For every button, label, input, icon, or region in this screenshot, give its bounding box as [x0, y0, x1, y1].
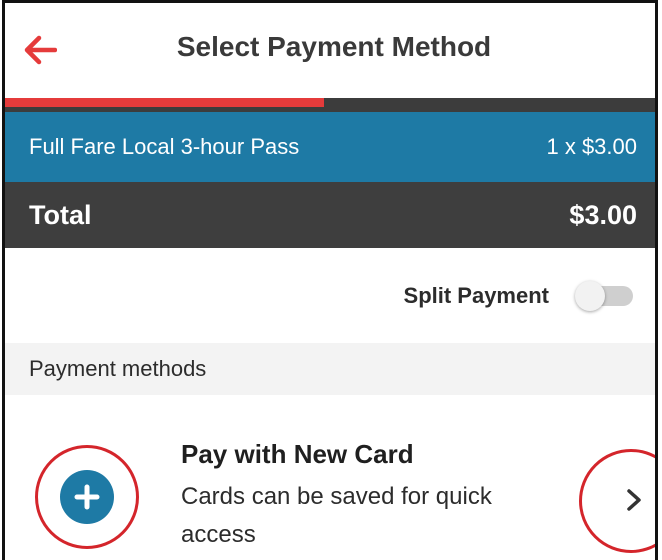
highlight-ring: [35, 445, 139, 549]
split-payment-row: Split Payment: [5, 248, 655, 343]
app-header: Select Payment Method: [5, 3, 655, 98]
total-amount: $3.00: [569, 199, 637, 230]
fare-item-row: Full Fare Local 3-hour Pass 1 x $3.00: [5, 112, 655, 182]
fare-name: Full Fare Local 3-hour Pass: [29, 134, 300, 159]
split-payment-toggle[interactable]: [575, 280, 633, 311]
fare-quantity-price: 1 x $3.00: [546, 134, 637, 159]
method-text: Pay with New Card Cards can be saved for…: [181, 439, 571, 554]
add-circle-icon[interactable]: [60, 470, 114, 524]
plus-icon: [74, 484, 100, 510]
progress-bar: [5, 98, 655, 112]
progress-bar-fill: [5, 98, 324, 107]
pay-with-new-card-item[interactable]: Pay with New Card Cards can be saved for…: [5, 395, 655, 560]
split-payment-label: Split Payment: [403, 282, 549, 308]
payment-screen: Select Payment Method Full Fare Local 3-…: [2, 0, 658, 560]
chevron-right-icon[interactable]: [621, 487, 647, 513]
payment-methods-header: Payment methods: [5, 343, 655, 395]
toggle-knob: [575, 280, 605, 311]
method-title: Pay with New Card: [181, 439, 414, 469]
page-title: Select Payment Method: [176, 31, 492, 62]
total-row: Total $3.00: [5, 182, 655, 248]
method-subtitle: Cards can be saved for quick access: [181, 483, 492, 548]
section-label: Payment methods: [29, 356, 207, 381]
total-label: Total: [29, 199, 92, 230]
